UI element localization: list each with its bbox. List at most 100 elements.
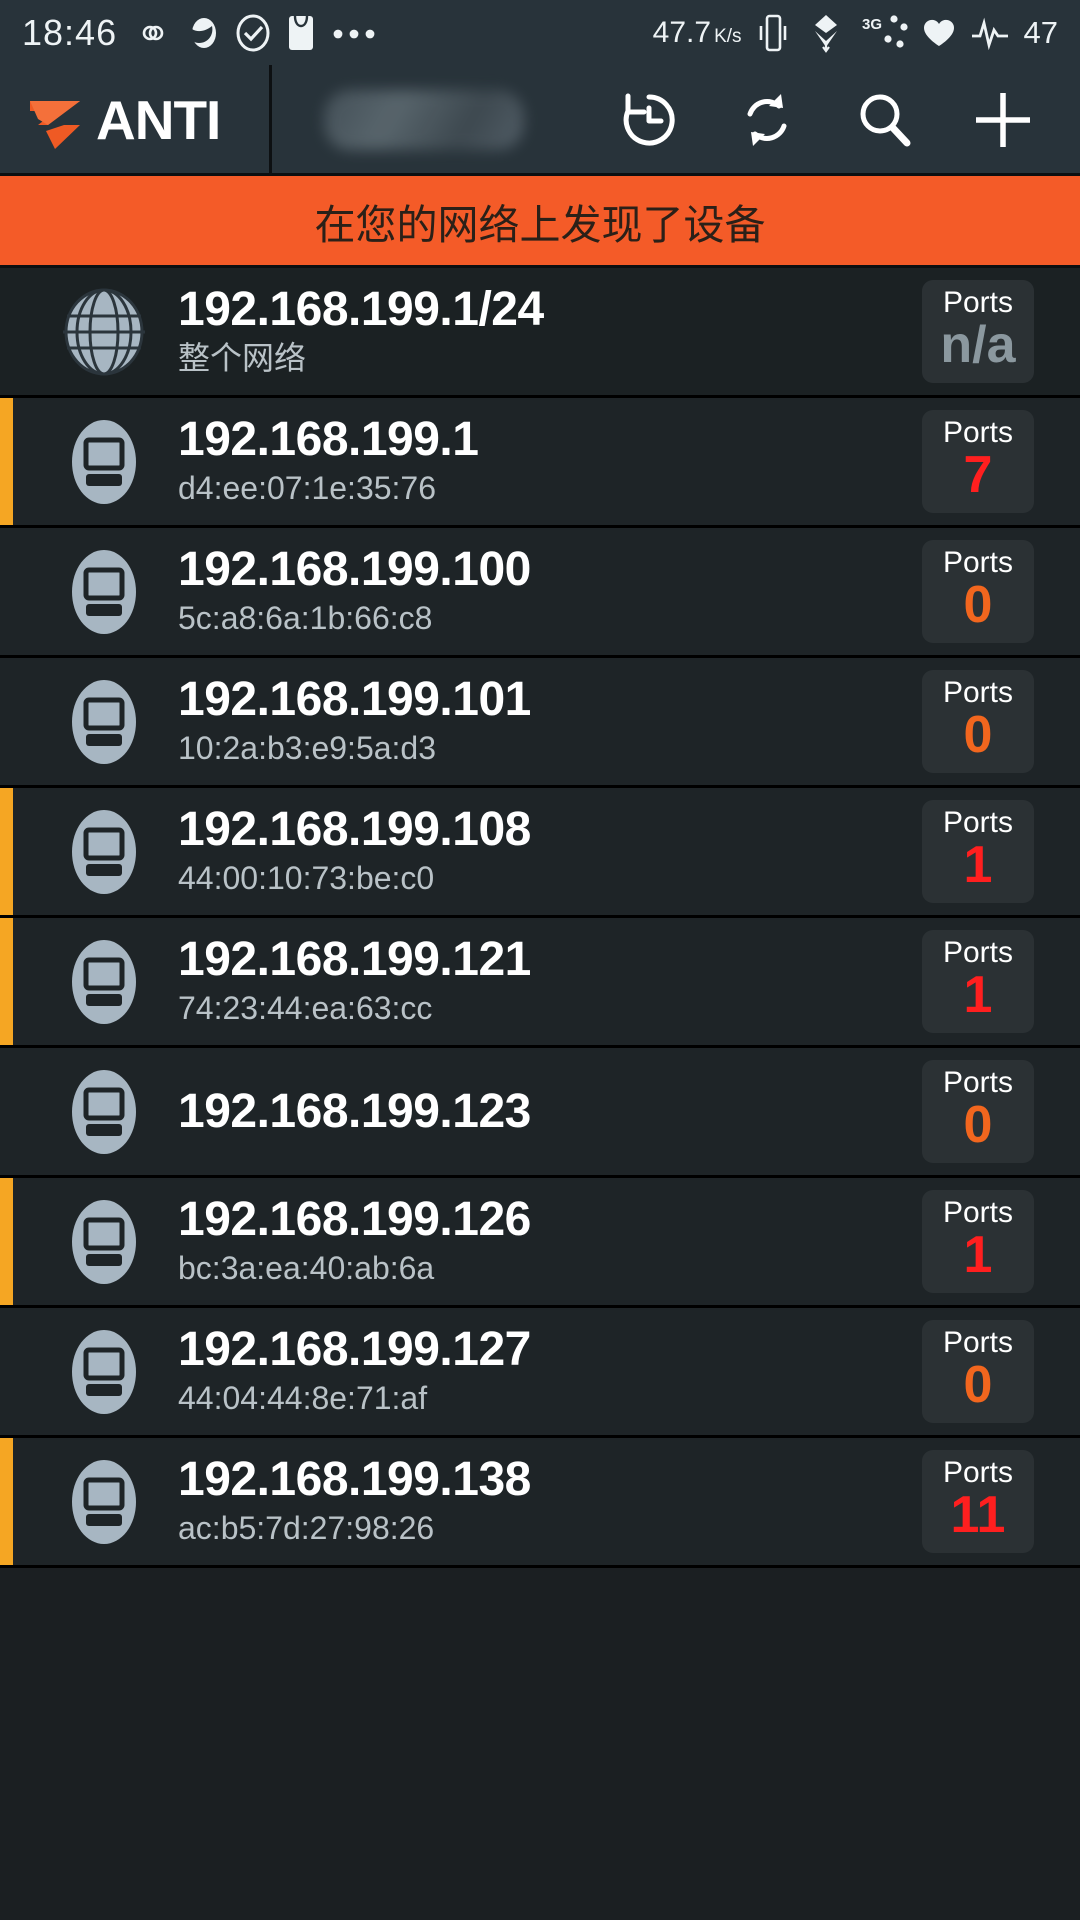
- device-row[interactable]: 192.168.199.123 Ports 0: [0, 1048, 1080, 1178]
- mail-icon: [287, 14, 315, 52]
- risk-marker: [0, 658, 13, 785]
- ports-label: Ports: [942, 1325, 1014, 1359]
- network-name-redacted[interactable]: [324, 89, 524, 150]
- plus-icon[interactable]: [944, 65, 1062, 175]
- device-ip: 192.168.199.123: [178, 1084, 531, 1138]
- device-ip: 192.168.199.1: [178, 413, 479, 467]
- device-info: 192.168.199.108 44:00:10:73:be:c0: [178, 805, 922, 898]
- battery-level: 47: [1023, 15, 1058, 50]
- risk-marker: [0, 788, 13, 915]
- device-row[interactable]: 192.168.199.121 74:23:44:ea:63:cc Ports 1: [0, 918, 1080, 1048]
- app-bar: ANTI: [0, 64, 1080, 176]
- device-icon: [58, 1066, 150, 1158]
- ports-badge[interactable]: Ports 1: [922, 929, 1034, 1034]
- device-info: 192.168.199.138 ac:b5:7d:27:98:26: [178, 1455, 922, 1548]
- device-row[interactable]: 192.168.199.126 bc:3a:ea:40:ab:6a Ports 1: [0, 1178, 1080, 1308]
- risk-marker: [0, 1308, 13, 1435]
- infinity-icon: [133, 18, 173, 48]
- device-info: 192.168.199.123: [178, 1084, 922, 1138]
- ports-count: 0: [963, 1096, 993, 1155]
- network-speed-unit: K/s: [714, 26, 742, 47]
- risk-marker: [0, 528, 13, 655]
- risk-marker: [0, 918, 13, 1045]
- ports-label: Ports: [942, 935, 1014, 969]
- device-info: 192.168.199.1 d4:ee:07:1e:35:76: [178, 415, 922, 508]
- z-logo-icon: [24, 89, 86, 151]
- device-ip: 192.168.199.121: [178, 933, 531, 987]
- risk-marker: [0, 398, 13, 525]
- ports-badge[interactable]: Ports 11: [922, 1449, 1034, 1554]
- device-row[interactable]: 192.168.199.108 44:00:10:73:be:c0 Ports 1: [0, 788, 1080, 918]
- risk-marker: [0, 1438, 13, 1565]
- 3g-signal-icon: 3G: [862, 13, 908, 53]
- refresh-icon[interactable]: [708, 65, 826, 175]
- device-ip: 192.168.199.138: [178, 1453, 531, 1507]
- device-ip: 192.168.199.100: [178, 543, 531, 597]
- device-ip: 192.168.199.126: [178, 1193, 531, 1247]
- device-info: 192.168.199.100 5c:a8:6a:1b:66:c8: [178, 545, 922, 638]
- network-speed: 47.7 K/s: [653, 16, 742, 50]
- ports-label: Ports: [942, 675, 1014, 709]
- ports-badge[interactable]: Ports n/a: [922, 279, 1034, 384]
- device-icon: [58, 1456, 150, 1548]
- moon-icon: [189, 15, 219, 51]
- device-subtitle: 整个网络: [178, 339, 307, 376]
- ports-badge[interactable]: Ports 0: [922, 539, 1034, 644]
- pulse-icon: [970, 16, 1010, 50]
- status-bar: 18:46 47.7 K/s 3G 47: [0, 0, 1080, 66]
- ports-badge[interactable]: Ports 1: [922, 1189, 1034, 1294]
- status-clock: 18:46: [22, 12, 118, 53]
- device-info: 192.168.199.127 44:04:44:8e:71:af: [178, 1325, 922, 1418]
- device-subtitle: ac:b5:7d:27:98:26: [178, 1509, 435, 1546]
- device-subtitle: 10:2a:b3:e9:5a:d3: [178, 729, 437, 766]
- svg-text:3G: 3G: [862, 16, 882, 33]
- app-brand: ANTI: [0, 64, 272, 175]
- risk-marker: [0, 268, 13, 395]
- device-subtitle: d4:ee:07:1e:35:76: [178, 469, 437, 506]
- ports-count: n/a: [940, 316, 1016, 375]
- device-row[interactable]: 192.168.199.1/24 整个网络 Ports n/a: [0, 268, 1080, 398]
- app-title: ANTI: [96, 88, 221, 151]
- globe-icon: [58, 286, 150, 378]
- device-row[interactable]: 192.168.199.1 d4:ee:07:1e:35:76 Ports 7: [0, 398, 1080, 528]
- ports-badge[interactable]: Ports 0: [922, 1059, 1034, 1164]
- ports-label: Ports: [942, 1065, 1014, 1099]
- ports-badge[interactable]: Ports 7: [922, 409, 1034, 514]
- device-list[interactable]: 192.168.199.1/24 整个网络 Ports n/a 192.168.199.…: [0, 268, 1080, 1568]
- history-icon[interactable]: [590, 65, 708, 175]
- search-icon[interactable]: [826, 65, 944, 175]
- device-ip: 192.168.199.108: [178, 803, 531, 857]
- discovery-banner: 在您的网络上发现了设备: [0, 176, 1080, 268]
- download-icon: [804, 12, 848, 54]
- device-ip: 192.168.199.1/24: [178, 283, 544, 337]
- status-bar-left: 18:46: [22, 12, 377, 54]
- device-row[interactable]: 192.168.199.138 ac:b5:7d:27:98:26 Ports 11: [0, 1438, 1080, 1568]
- ports-count: 0: [963, 1356, 993, 1415]
- ports-label: Ports: [942, 1455, 1014, 1489]
- device-info: 192.168.199.121 74:23:44:ea:63:cc: [178, 935, 922, 1028]
- device-info: 192.168.199.101 10:2a:b3:e9:5a:d3: [178, 675, 922, 768]
- ports-label: Ports: [942, 805, 1014, 839]
- device-icon: [58, 546, 150, 638]
- ports-badge[interactable]: Ports 0: [922, 1319, 1034, 1424]
- ports-label: Ports: [942, 285, 1014, 319]
- heart-icon: [922, 17, 956, 49]
- device-info: 192.168.199.126 bc:3a:ea:40:ab:6a: [178, 1195, 922, 1288]
- status-bar-right: 47.7 K/s 3G 47: [653, 12, 1058, 54]
- ports-count: 1: [963, 836, 993, 895]
- ports-badge[interactable]: Ports 0: [922, 669, 1034, 774]
- vibrate-icon: [756, 12, 790, 54]
- device-row[interactable]: 192.168.199.101 10:2a:b3:e9:5a:d3 Ports 0: [0, 658, 1080, 788]
- device-subtitle: 74:23:44:ea:63:cc: [178, 989, 433, 1026]
- ports-label: Ports: [942, 1195, 1014, 1229]
- device-info: 192.168.199.1/24 整个网络: [178, 285, 922, 378]
- ports-badge[interactable]: Ports 1: [922, 799, 1034, 904]
- device-ip: 192.168.199.101: [178, 673, 531, 727]
- risk-marker: [0, 1048, 13, 1175]
- device-ip: 192.168.199.127: [178, 1323, 531, 1377]
- device-row[interactable]: 192.168.199.127 44:04:44:8e:71:af Ports 0: [0, 1308, 1080, 1438]
- device-subtitle: 44:00:10:73:be:c0: [178, 859, 435, 896]
- device-icon: [58, 936, 150, 1028]
- device-icon: [58, 1196, 150, 1288]
- device-row[interactable]: 192.168.199.100 5c:a8:6a:1b:66:c8 Ports 0: [0, 528, 1080, 658]
